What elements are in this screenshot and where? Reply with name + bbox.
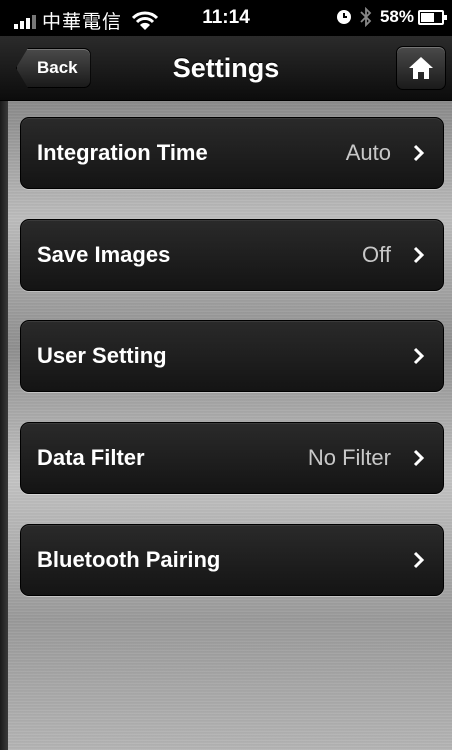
setting-row-save-images[interactable]: Save Images Off bbox=[20, 219, 444, 291]
battery-icon bbox=[418, 9, 447, 25]
chevron-right-icon bbox=[413, 551, 425, 569]
setting-value: Auto bbox=[345, 140, 391, 165]
chevron-right-icon bbox=[413, 449, 425, 467]
clock-icon bbox=[336, 10, 351, 24]
setting-value: Off bbox=[362, 242, 391, 267]
setting-row-user-setting[interactable]: User Setting bbox=[20, 320, 444, 392]
chevron-right-icon bbox=[413, 144, 425, 162]
chevron-right-icon bbox=[413, 246, 425, 264]
settings-screen: 中華電信 11:14 58% Settings Back Integration… bbox=[0, 0, 452, 750]
setting-label: Integration Time bbox=[37, 140, 208, 165]
setting-label: Save Images bbox=[37, 242, 171, 267]
back-button[interactable]: Back bbox=[16, 48, 91, 88]
battery-nub bbox=[444, 14, 447, 20]
status-right: 58% bbox=[336, 7, 447, 27]
setting-row-bluetooth-pairing[interactable]: Bluetooth Pairing bbox=[20, 524, 444, 596]
setting-value: No Filter bbox=[307, 445, 391, 470]
battery-level-fill bbox=[421, 12, 434, 22]
status-bar: 中華電信 11:14 58% bbox=[0, 0, 452, 36]
setting-label: User Setting bbox=[37, 343, 167, 368]
navigation-bar: Settings Back bbox=[0, 36, 452, 101]
battery-percentage: 58% bbox=[379, 7, 414, 26]
home-icon bbox=[409, 57, 433, 79]
bluetooth-icon bbox=[360, 7, 372, 27]
home-button[interactable] bbox=[396, 46, 446, 90]
setting-row-integration-time[interactable]: Integration Time Auto bbox=[20, 117, 444, 189]
chevron-right-icon bbox=[413, 347, 425, 365]
setting-row-data-filter[interactable]: Data Filter No Filter bbox=[20, 422, 444, 494]
setting-label: Bluetooth Pairing bbox=[37, 547, 221, 572]
setting-label: Data Filter bbox=[37, 445, 145, 470]
settings-list: Integration Time Auto Save Images Off Us… bbox=[8, 101, 452, 750]
left-edge-shadow bbox=[0, 101, 8, 750]
